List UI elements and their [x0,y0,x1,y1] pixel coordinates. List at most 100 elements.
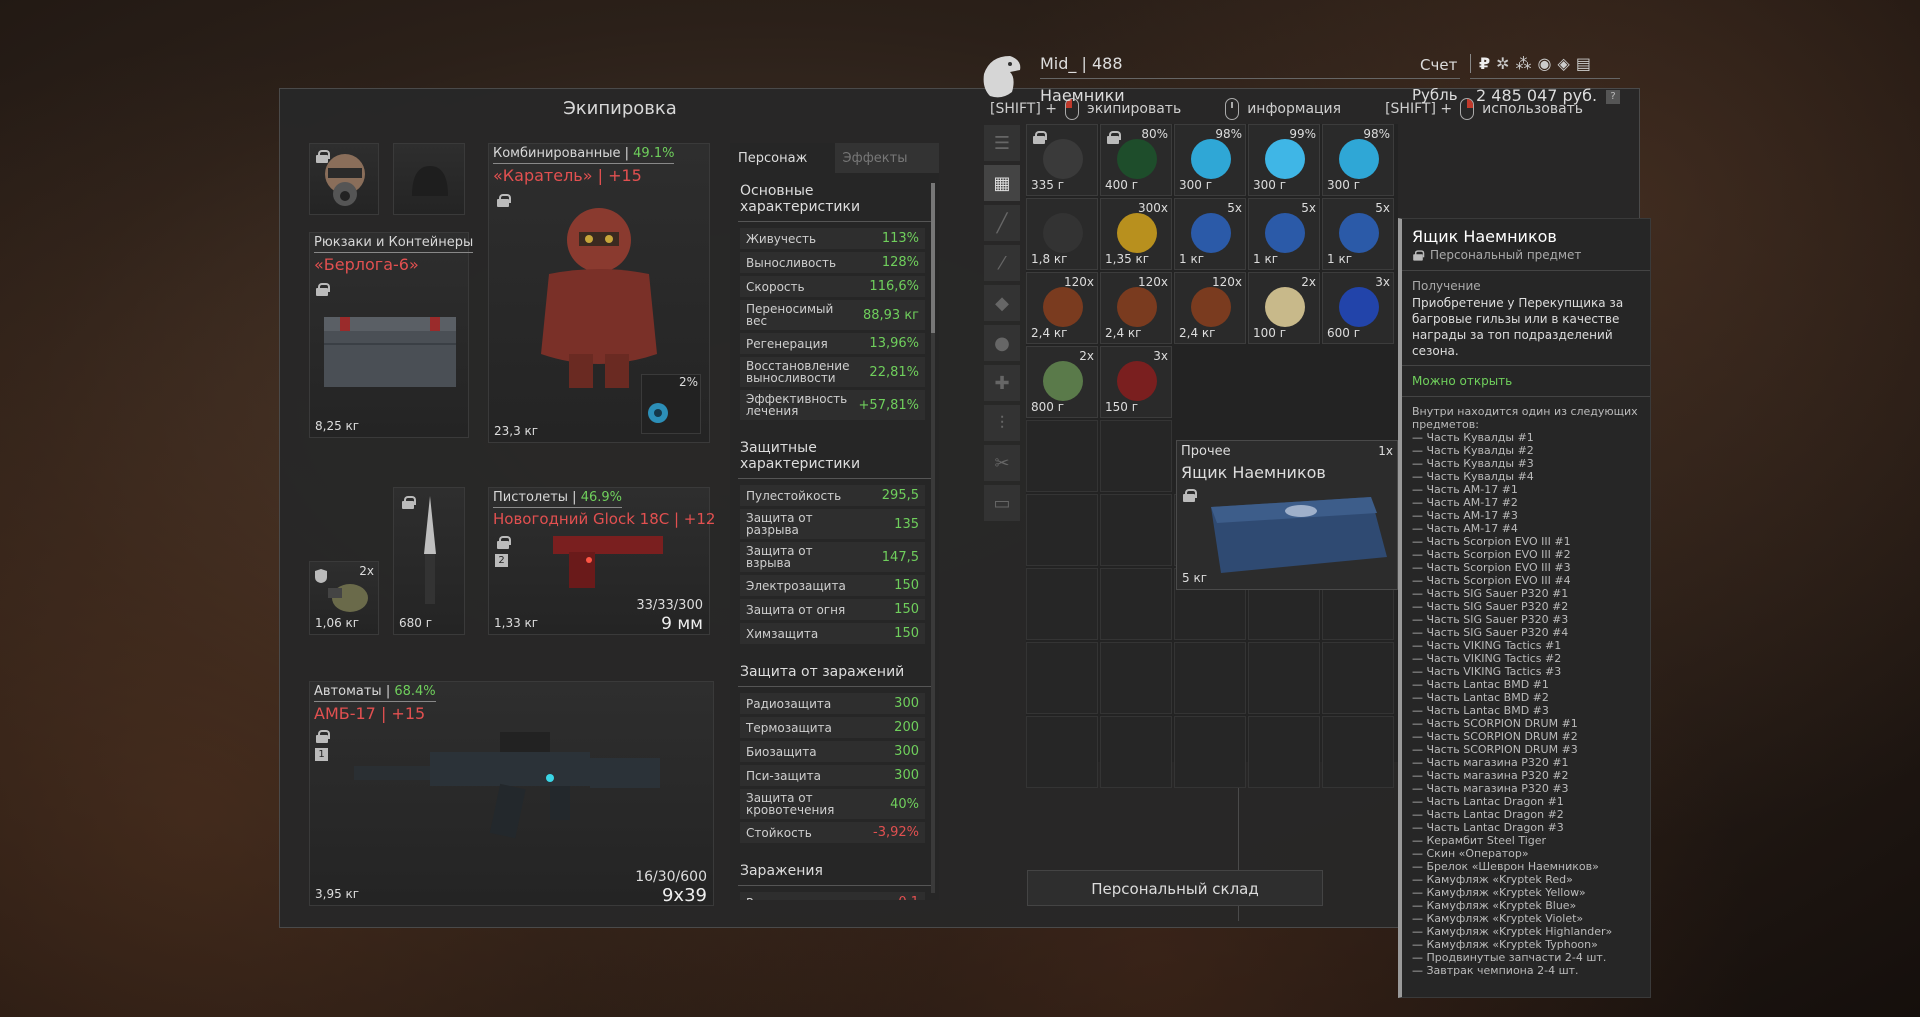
item-weight: 400 г [1105,178,1139,192]
inventory-item[interactable]: 120x 2,4 кг [1100,272,1172,344]
ruble-icon[interactable]: ₽ [1479,54,1490,73]
inventory-item[interactable]: 99% 300 г [1248,124,1320,196]
pistol-caliber: 9 мм [661,614,703,634]
main-stats-title: Основные характеристики [738,173,931,222]
coin-currency-icon[interactable]: ◉ [1538,54,1552,73]
item-weight: 1 кг [1253,252,1279,266]
empty-inventory-cell[interactable] [1100,716,1172,788]
item-count: 120x [1211,275,1242,289]
lock-icon [316,730,330,743]
rifle-pct: 68.4% [394,684,436,699]
face-mask-slot[interactable] [309,143,379,215]
stats-scrollbar[interactable] [931,183,935,893]
inventory-item[interactable]: 3x 600 г [1322,272,1394,344]
knife-icon [424,496,436,604]
empty-inventory-cell[interactable] [1026,494,1098,566]
inventory-item[interactable]: 3x 150 г [1100,346,1172,418]
empty-inventory-cell[interactable] [1174,716,1246,788]
stat-value: 13,96% [869,336,919,351]
stat-value: 300 [894,768,919,783]
filter-tools-icon[interactable]: ✂ [984,445,1020,481]
filter-armor-icon[interactable]: ◆ [984,285,1020,321]
empty-inventory-cell[interactable] [1026,568,1098,640]
filter-rifle-icon[interactable]: ╱ [984,205,1020,241]
eagle-emblem-icon [983,56,1021,98]
filter-grenade-icon[interactable]: ● [984,325,1020,361]
inventory-item[interactable]: 2x 800 г [1026,346,1098,418]
empty-inventory-cell[interactable] [1322,716,1394,788]
empty-inventory-cell[interactable] [1100,642,1172,714]
helmet-slot[interactable] [393,143,465,215]
stat-name: Пулестойкость [746,488,842,503]
filter-grid-icon[interactable]: ▦ [984,165,1020,201]
inventory-item[interactable]: 300x 1,35 кг [1100,198,1172,270]
tab-character[interactable]: Персонаж [730,143,835,173]
inventory-item[interactable]: 98% 300 г [1322,124,1394,196]
inventory-item[interactable]: 120x 2,4 кг [1026,272,1098,344]
filter-medkit-icon[interactable]: ✚ [984,365,1020,401]
empty-inventory-cell[interactable] [1026,716,1098,788]
empty-inventory-cell[interactable] [1100,568,1172,640]
armor-weight: 23,3 кг [494,424,539,438]
gear-currency-icon[interactable]: ✲ [1496,54,1509,73]
pistol-weight: 1,33 кг [494,616,539,630]
tooltip-obtain-heading: Получение [1412,279,1481,293]
inventory-item[interactable]: 98% 300 г [1174,124,1246,196]
tooltip-content-item: — Часть SCORPION DRUM #2 [1412,730,1578,743]
bullet-currency-icon[interactable]: ⁂ [1516,54,1532,73]
item-icon [1043,361,1083,401]
backpack-name: «Берлога-6» [314,255,419,274]
inventory-item[interactable]: 5x 1 кг [1248,198,1320,270]
stat-value: 147,5 [881,549,919,565]
empty-inventory-cell[interactable] [1248,716,1320,788]
empty-inventory-cell[interactable] [1322,642,1394,714]
item-icon [1265,287,1305,327]
empty-inventory-cell[interactable] [1100,420,1172,492]
stat-row: Радиозащита 300 [740,693,925,714]
grenade-slot[interactable]: 2x 1,06 кг [309,561,379,635]
player-faction: Наемники [1040,86,1125,105]
item-icon [1191,139,1231,179]
rifle-ammo: 16/30/600 [635,869,707,885]
armor-insert-slot[interactable]: 2% [641,374,701,434]
inventory-item[interactable]: 5x 1 кг [1322,198,1394,270]
filter-knife-icon[interactable]: ⁄ [984,245,1020,281]
personal-storage-button[interactable]: Персональный склад [1027,870,1323,906]
underline [1040,78,1460,79]
stat-name: Биозащита [746,744,817,759]
filter-list-icon[interactable]: ☰ [984,125,1020,161]
backpack-slot[interactable]: Рюкзаки и Контейнеры «Берлога-6» 8,25 кг [309,232,474,438]
empty-inventory-cell[interactable] [1248,642,1320,714]
inventory-item[interactable]: 335 г [1026,124,1098,196]
inventory-item[interactable]: 5x 1 кг [1174,198,1246,270]
inventory-item[interactable]: 2x 100 г [1248,272,1320,344]
ruble-label: Рубль [1412,86,1458,104]
ticket-currency-icon[interactable]: ▤ [1576,54,1591,73]
rifle-slot[interactable]: Автоматы | 68.4% АМБ-17 | +15 1 16/30/60… [309,681,714,906]
filter-ammo-icon[interactable]: ⫶ [984,405,1020,441]
inventory-item[interactable]: 120x 2,4 кг [1174,272,1246,344]
help-icon[interactable]: ? [1606,90,1620,104]
knife-slot[interactable]: 680 г [393,487,465,635]
item-count: 5x [1301,201,1316,215]
pistol-slot[interactable]: Пистолеты | 46.9% Новогодний Glock 18C |… [488,487,715,635]
filter-box-icon[interactable]: ▭ [984,485,1020,521]
empty-inventory-cell[interactable] [1026,420,1098,492]
stat-value: 135 [894,516,919,532]
empty-inventory-cell[interactable] [1026,642,1098,714]
stat-name: Выносливость [746,255,837,270]
empty-inventory-cell[interactable] [1174,642,1246,714]
empty-inventory-cell[interactable] [1100,494,1172,566]
rifle-label: Автоматы | 68.4% [314,684,436,702]
inventory-item[interactable]: 80% 400 г [1100,124,1172,196]
armor-slot[interactable]: Комбинированные | 49.1% «Каратель» | +15… [488,143,710,443]
tooltip-content-item: — Часть АМ-17 #2 [1412,496,1518,509]
profile-header: Mid_ | 488 Наемники Счет Рубль ₽ ✲ ⁂ ◉ ◈… [980,52,1620,122]
mercenary-box-item[interactable]: Прочее 1x Ящик Наемников 5 кг [1176,440,1398,590]
tab-effects[interactable]: Эффекты [834,143,939,173]
item-icon [1339,139,1379,179]
inventory-item[interactable]: 1,8 кг [1026,198,1098,270]
item-weight: 1 кг [1327,252,1353,266]
tooltip-content-item: — Часть Lantac Dragon #1 [1412,795,1564,808]
token-currency-icon[interactable]: ◈ [1558,54,1570,73]
